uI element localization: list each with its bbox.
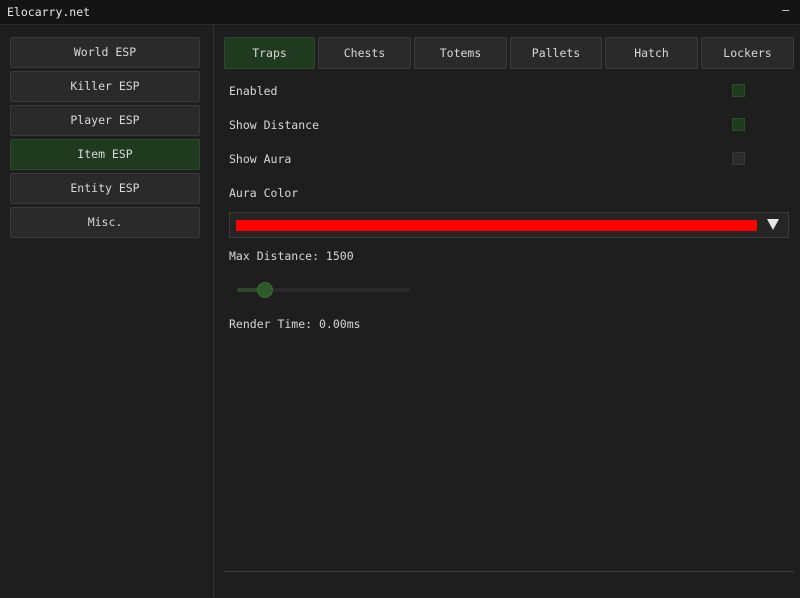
tab-hatch[interactable]: Hatch: [605, 37, 698, 69]
show-distance-checkbox[interactable]: [732, 118, 745, 131]
max-distance-slider[interactable]: [237, 282, 410, 298]
slider-handle[interactable]: [256, 282, 273, 298]
minimize-button[interactable]: –: [782, 3, 789, 17]
show-aura-label: Show Aura: [229, 152, 292, 166]
sidebar-item-world-esp[interactable]: World ESP: [10, 37, 200, 68]
sidebar-item-killer-esp[interactable]: Killer ESP: [10, 71, 200, 102]
tab-totems[interactable]: Totems: [414, 37, 507, 69]
enabled-label: Enabled: [229, 84, 278, 98]
window-title: Elocarry.net: [7, 5, 91, 19]
enabled-checkbox[interactable]: [732, 84, 745, 97]
aura-color-swatch: [236, 220, 757, 231]
sidebar: World ESP Killer ESP Player ESP Item ESP…: [0, 26, 214, 598]
sidebar-item-misc[interactable]: Misc.: [10, 207, 200, 238]
aura-color-label: Aura Color: [229, 186, 299, 200]
bottom-divider: [224, 571, 794, 572]
tab-traps[interactable]: Traps: [224, 37, 315, 69]
tab-chests[interactable]: Chests: [318, 37, 411, 69]
show-distance-label: Show Distance: [229, 118, 320, 132]
aura-color-dropdown[interactable]: [229, 212, 789, 238]
render-time-label: Render Time: 0.00ms: [229, 317, 361, 331]
sidebar-item-entity-esp[interactable]: Entity ESP: [10, 173, 200, 204]
dropdown-arrow-icon: [767, 219, 779, 230]
title-bar: Elocarry.net –: [0, 0, 800, 25]
sidebar-item-player-esp[interactable]: Player ESP: [10, 105, 200, 136]
tab-pallets[interactable]: Pallets: [510, 37, 602, 69]
max-distance-label: Max Distance: 1500: [229, 249, 354, 263]
sidebar-item-item-esp[interactable]: Item ESP: [10, 139, 200, 170]
tab-lockers[interactable]: Lockers: [701, 37, 794, 69]
show-aura-checkbox[interactable]: [732, 152, 745, 165]
